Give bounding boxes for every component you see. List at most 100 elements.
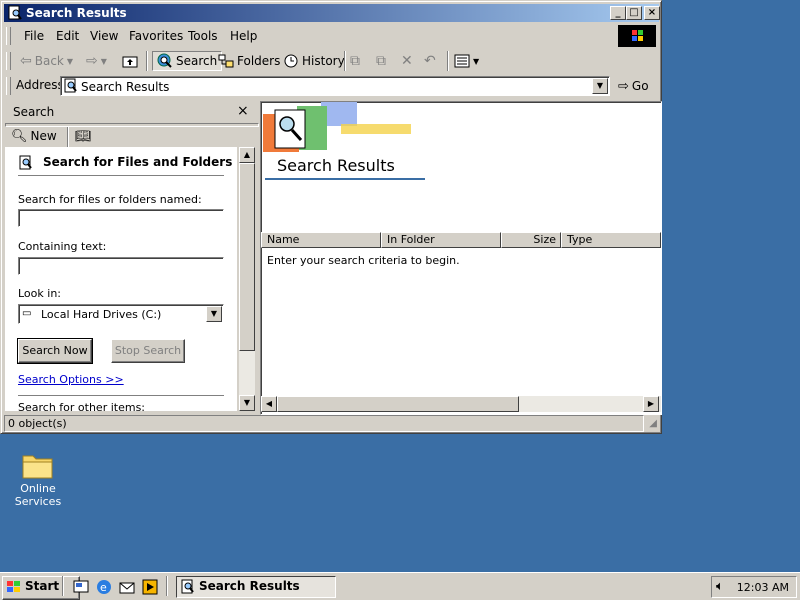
minimize-button[interactable]: _ [610,6,626,20]
folders-button[interactable]: Folders [218,51,280,71]
dropdown-arrow-icon: ▼ [473,56,480,66]
hscroll-thumb[interactable] [277,396,519,412]
column-in-folder[interactable]: In Folder [381,232,501,248]
resize-grip-icon[interactable]: ◢ [649,418,657,429]
look-in-select[interactable]: ▭ Local Hard Drives (C:) ▼ [18,304,224,324]
band-grip[interactable] [6,77,11,95]
search-files-icon [19,155,32,170]
new-search-button[interactable]: 🔍︎ New [11,126,57,146]
menu-view[interactable]: View [90,29,118,43]
search-banner-graphic [263,102,411,152]
menu-tools[interactable]: Tools [188,29,218,43]
results-empty-message: Enter your search criteria to begin. [267,254,460,267]
band-grip[interactable] [6,27,11,45]
forward-button[interactable]: ⇨ ▼ [86,51,107,71]
internet-explorer-icon[interactable]: e [95,578,113,596]
close-button[interactable]: × [644,6,660,20]
copy-to-button[interactable]: ⧉ [376,51,386,71]
results-horizontal-scrollbar[interactable]: ◀ ▶ [261,396,661,412]
search-pane-scrollbar[interactable]: ▲ ▼ [239,147,255,411]
search-page-icon [64,78,77,93]
volume-speaker-icon[interactable]: 🔈︎ [716,579,724,594]
desktop-icon-label: Online Services [10,482,66,508]
windows-flag-icon [7,581,20,592]
column-name[interactable]: Name [261,232,381,248]
stop-search-button[interactable]: Stop Search [111,339,185,363]
taskbar-separator [166,576,168,596]
title-bar[interactable]: Search Results _ □ × [4,4,660,22]
move-to-button[interactable]: ⧉ [350,51,360,71]
start-button[interactable]: Start [2,576,80,600]
scroll-right-button[interactable]: ▶ [643,396,659,412]
svg-text:e: e [100,581,107,594]
filename-input[interactable] [18,209,224,227]
windows-logo-icon [618,25,656,47]
scroll-up-button[interactable]: ▲ [239,147,255,163]
show-desktop-icon[interactable] [72,578,90,596]
back-label: Back [34,54,64,68]
history-button[interactable]: History [283,51,345,71]
results-column-header: Name In Folder Size Type [261,232,661,248]
search-assistant-button[interactable]: 📖︎ [75,126,92,146]
search-window-icon [181,579,194,594]
results-title: Search Results [277,156,395,175]
search-pane: Search × 🔍︎ New 📖︎ Search for Files and … [5,101,259,413]
scroll-down-button[interactable]: ▼ [239,395,255,411]
dropdown-arrow-icon: ▼ [100,56,107,66]
menu-file[interactable]: File [24,29,44,43]
search-now-button[interactable]: Search Now [17,338,93,364]
menu-help[interactable]: Help [230,29,257,43]
go-arrow-icon: ⇨ [618,78,629,94]
search-label: Search [176,54,218,68]
up-folder-button[interactable] [122,51,138,71]
go-label: Go [631,79,649,93]
menu-bar: File Edit View Favorites Tools Help [4,25,659,47]
toolbar-separator [344,51,346,71]
search-button[interactable]: Search [152,51,223,71]
clock[interactable]: 12:03 AM [737,581,789,594]
address-dropdown-button[interactable]: ▼ [592,78,608,94]
hard-drive-icon: ▭ [22,308,32,319]
scroll-left-button[interactable]: ◀ [261,396,277,412]
containing-text-input[interactable] [18,257,224,275]
delete-x-icon: ✕ [401,53,413,69]
folders-label: Folders [237,54,281,68]
undo-button[interactable]: ↶ [424,51,436,71]
taskbar-button-search-results[interactable]: Search Results [176,576,336,598]
undo-icon: ↶ [424,53,436,69]
search-options-link[interactable]: Search Options >> [18,373,124,386]
menu-edit[interactable]: Edit [56,29,79,43]
pane-close-icon[interactable]: × [237,103,249,119]
new-label: New [30,129,57,143]
media-player-icon[interactable] [141,578,159,596]
delete-button[interactable]: ✕ [401,51,413,71]
desktop-icon-label-line1: Online [20,482,56,495]
toolbar-separator [146,51,148,71]
new-search-icon: 🔍︎ [11,128,28,144]
look-in-dropdown-button[interactable]: ▼ [206,306,222,322]
outlook-express-icon[interactable] [118,578,136,596]
back-button[interactable]: ⇦ Back ▼ [20,51,73,71]
move-to-icon: ⧉ [350,53,360,69]
column-type[interactable]: Type [561,232,661,248]
column-size[interactable]: Size [501,232,561,248]
search-form: Search for Files and Folders Search for … [5,147,237,411]
search-heading: Search for Files and Folders [43,155,233,169]
address-value: Search Results [81,80,170,94]
search-globe-icon [157,53,172,68]
search-pane-header: Search × [5,101,257,123]
go-button[interactable]: ⇨ Go [618,76,649,96]
maximize-button[interactable]: □ [626,6,642,20]
views-button[interactable]: ▼ [454,51,479,71]
band-grip[interactable] [6,52,11,70]
desktop-icon-online-services[interactable]: Online Services [10,450,66,508]
search-pane-title: Search [13,105,55,119]
dropdown-arrow-icon: ▼ [66,56,74,66]
folders-icon [218,54,234,68]
book-icon: 📖︎ [75,128,92,144]
explorer-window: Search Results _ □ × File Edit View Favo… [0,0,662,434]
address-field[interactable]: Search Results ▼ [60,76,610,96]
status-text: 0 object(s) [4,415,644,432]
menu-favorites[interactable]: Favorites [129,29,183,43]
scroll-thumb[interactable] [239,163,255,351]
